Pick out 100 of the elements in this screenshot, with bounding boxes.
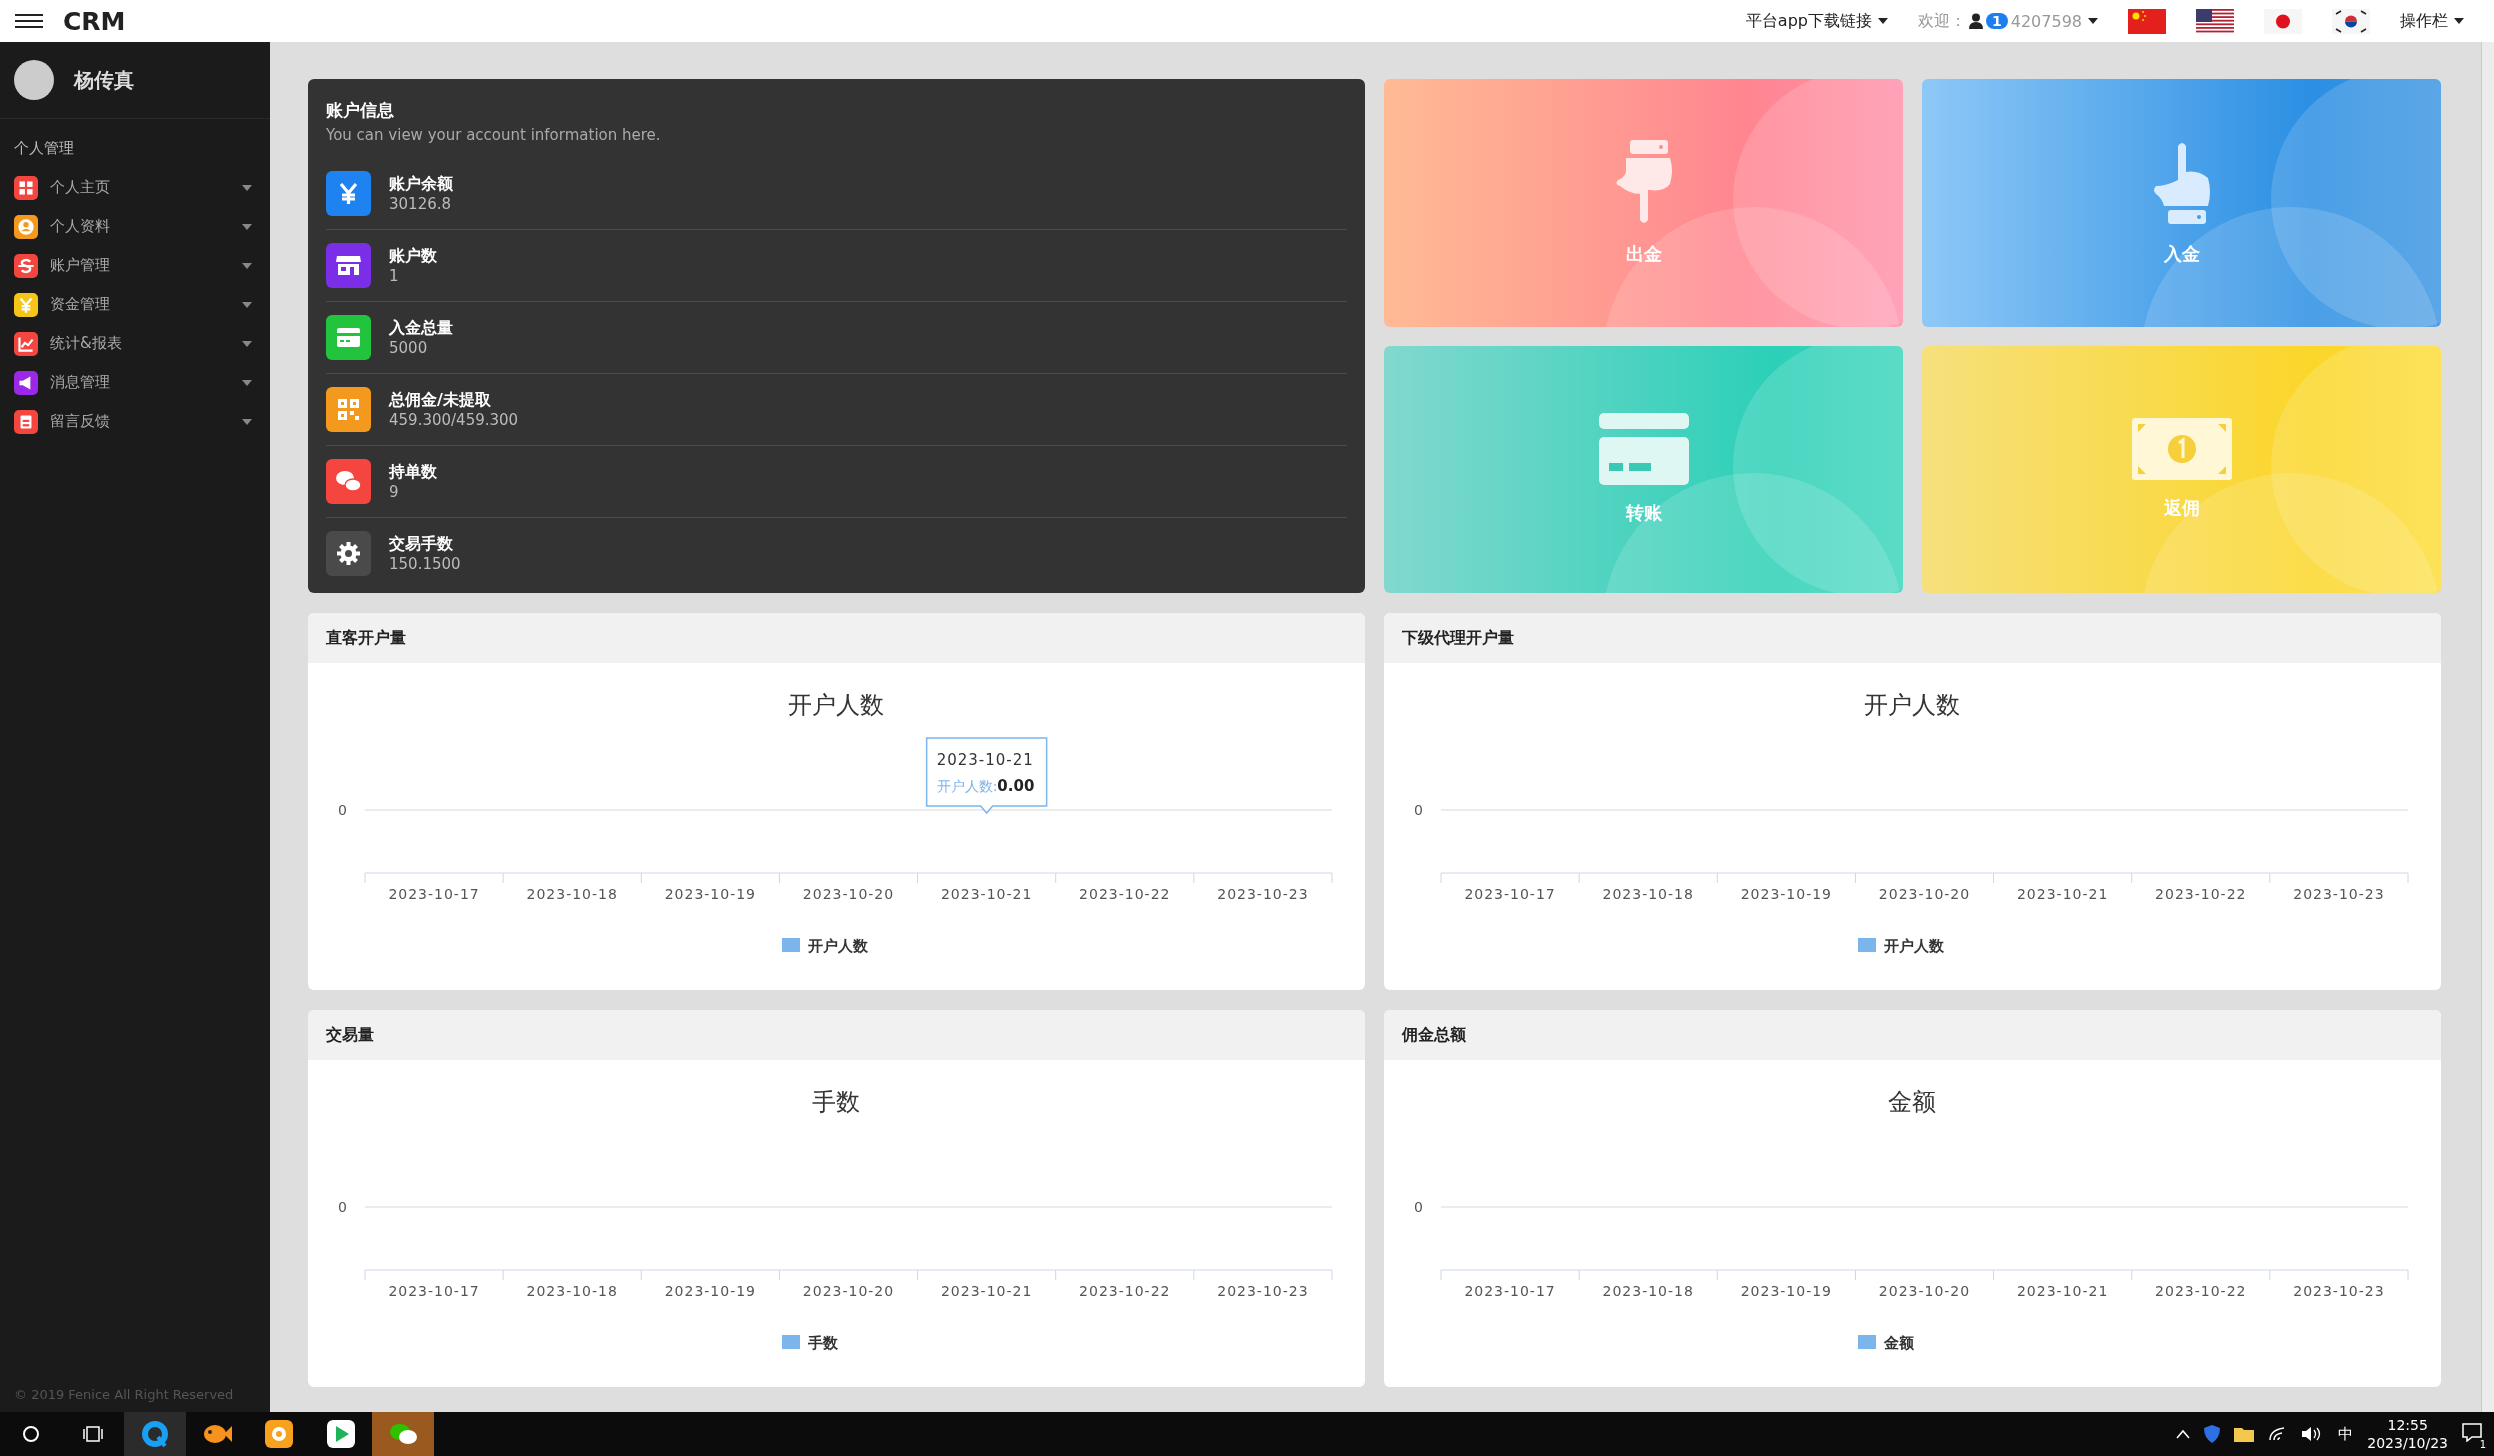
x-tick-label: 2023-10-20 <box>802 1283 895 1299</box>
stat-label: 账户余额 <box>389 174 453 195</box>
stat-label: 入金总量 <box>389 318 453 339</box>
stat-label: 交易手数 <box>389 534 454 555</box>
stat-value: 150.1500 <box>389 555 461 573</box>
us-flag-icon[interactable] <box>2196 8 2234 34</box>
caret-icon <box>242 184 252 191</box>
stat-value: 9 <box>389 483 400 501</box>
x-tick-label: 2023-10-17 <box>388 1283 480 1299</box>
caret-icon <box>1878 18 1888 24</box>
notification-count: 1 <box>2479 1439 2486 1450</box>
stat-value: 5000 <box>389 339 429 357</box>
chart-title: 开户人数 <box>1864 691 1960 719</box>
legend-swatch <box>1858 938 1876 952</box>
sidebar-item[interactable]: 个人资料 <box>0 207 270 246</box>
x-tick-label: 2023-10-23 <box>1217 1283 1309 1299</box>
shield-icon[interactable] <box>2204 1425 2221 1443</box>
x-tick-label: 2023-10-21 <box>940 1283 1033 1299</box>
x-tick-label: 2023-10-23 <box>2293 1283 2385 1299</box>
legend-label: 开户人数 <box>1884 937 1944 955</box>
sidebar-item[interactable]: 统计&报表 <box>0 324 270 363</box>
x-tick-label: 2023-10-20 <box>1878 1283 1971 1299</box>
stat-label: 账户数 <box>389 246 437 267</box>
app-icon[interactable] <box>265 1420 293 1448</box>
caret-icon <box>242 379 252 386</box>
y-axis-label: 0 <box>1414 1199 1423 1215</box>
sidebar-item[interactable]: 消息管理 <box>0 363 270 402</box>
japan-flag-icon[interactable] <box>2264 8 2302 34</box>
x-tick-label: 2023-10-19 <box>1740 1283 1833 1299</box>
task-view-icon[interactable] <box>83 1425 103 1443</box>
x-tick-label: 2023-10-17 <box>1464 886 1556 902</box>
chevron-up-icon[interactable] <box>2176 1429 2191 1439</box>
actions-dropdown[interactable]: 操作栏 <box>2400 10 2464 32</box>
x-tick-label: 2023-10-18 <box>1602 886 1694 902</box>
input-method-indicator[interactable]: 中 <box>2338 1424 2354 1444</box>
x-tick-label: 2023-10-20 <box>802 886 895 902</box>
legend-swatch <box>782 938 800 952</box>
caret-icon <box>242 262 252 269</box>
chat-bubbles-icon[interactable] <box>388 1421 418 1447</box>
china-flag-icon[interactable] <box>2128 8 2166 34</box>
folder-icon[interactable] <box>2234 1426 2255 1442</box>
legend-swatch <box>782 1335 800 1349</box>
x-tick-label: 2023-10-18 <box>526 1283 618 1299</box>
x-tick-label: 2023-10-22 <box>1079 1283 1171 1299</box>
y-axis-label: 0 <box>338 802 347 818</box>
caret-icon <box>242 418 252 425</box>
chart-title: 开户人数 <box>788 691 884 719</box>
scrollbar[interactable] <box>2481 42 2494 1412</box>
x-tick-label: 2023-10-22 <box>2155 886 2247 902</box>
card-icon <box>1598 413 1689 486</box>
clock[interactable]: 12:55 2023/10/23 <box>2367 1416 2448 1452</box>
download-link-dropdown[interactable]: 平台app下载链接 <box>1745 10 1888 32</box>
x-tick-label: 2023-10-17 <box>388 886 480 902</box>
card-title: 佣金总额 <box>1402 1024 1466 1046</box>
avatar <box>14 60 54 100</box>
x-tick-label: 2023-10-20 <box>1878 886 1971 902</box>
stat-value: 1 <box>389 267 400 285</box>
panel-title: 账户信息 <box>326 99 395 122</box>
banknote-icon <box>2131 418 2232 481</box>
caret-icon <box>242 301 252 308</box>
start-circle-icon[interactable] <box>22 1425 40 1443</box>
x-tick-label: 2023-10-21 <box>2016 886 2109 902</box>
hand-pointing-down-icon <box>1613 139 1674 226</box>
x-tick-label: 2023-10-22 <box>1079 886 1171 902</box>
caret-icon <box>2454 18 2464 24</box>
section-heading: 个人管理 <box>13 138 75 159</box>
caret-icon <box>242 223 252 230</box>
sidebar-item[interactable]: 账户管理 <box>0 246 270 285</box>
x-tick-label: 2023-10-21 <box>940 886 1033 902</box>
x-tick-label: 2023-10-18 <box>526 886 618 902</box>
sidebar-item[interactable]: 个人主页 <box>0 168 270 207</box>
x-tick-label: 2023-10-23 <box>2293 886 2385 902</box>
sidebar-item[interactable]: 留言反馈 <box>0 402 270 441</box>
x-tick-label: 2023-10-17 <box>1464 1283 1556 1299</box>
chart-title: 金额 <box>1888 1088 1936 1116</box>
x-tick-label: 2023-10-18 <box>1602 1283 1694 1299</box>
legend-label: 金额 <box>1884 1334 1914 1352</box>
x-tick-label: 2023-10-23 <box>1217 886 1309 902</box>
chart-title: 手数 <box>812 1088 860 1116</box>
caret-icon <box>2088 18 2098 24</box>
stat-value: 30126.8 <box>389 195 453 213</box>
caret-icon <box>242 340 252 347</box>
user-name: 杨传真 <box>74 66 134 94</box>
card-title: 下级代理开户量 <box>1402 627 1514 649</box>
tooltip: 2023-10-21 开户人数:0.00 <box>925 737 1048 815</box>
korea-flag-icon[interactable] <box>2332 8 2370 34</box>
stat-value: 459.300/459.300 <box>389 411 519 429</box>
card-title: 直客开户量 <box>326 627 406 649</box>
card-title: 交易量 <box>326 1024 374 1046</box>
x-tick-label: 2023-10-19 <box>664 886 757 902</box>
legend-label: 手数 <box>808 1334 838 1352</box>
app-title: CRM <box>63 6 126 36</box>
browser-icon[interactable] <box>140 1419 170 1449</box>
x-tick-label: 2023-10-19 <box>664 1283 757 1299</box>
y-axis-label: 0 <box>338 1199 347 1215</box>
sidebar-item[interactable]: 资金管理 <box>0 285 270 324</box>
play-icon[interactable] <box>327 1420 355 1448</box>
notification-icon[interactable] <box>2462 1422 2482 1442</box>
menu-icon[interactable] <box>15 14 43 28</box>
x-tick-label: 2023-10-21 <box>2016 1283 2109 1299</box>
